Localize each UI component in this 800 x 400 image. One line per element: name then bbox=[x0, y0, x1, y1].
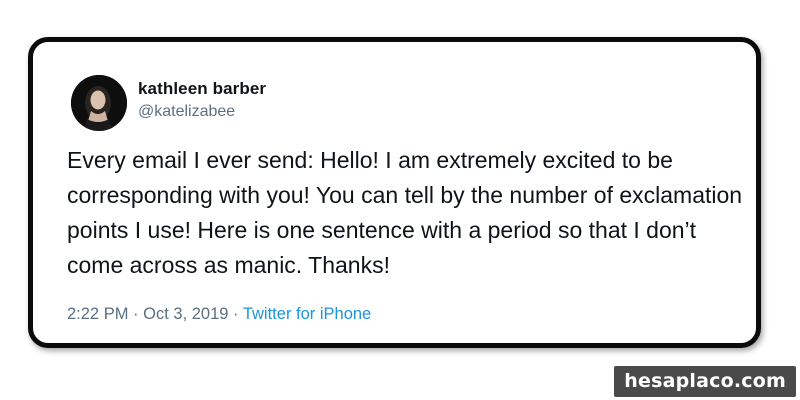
author-name[interactable]: kathleen barber bbox=[138, 79, 266, 99]
meta-separator: · bbox=[133, 305, 139, 323]
author-handle[interactable]: @katelizabee bbox=[138, 103, 235, 121]
avatar[interactable] bbox=[71, 75, 127, 131]
screenshot-canvas: kathleen barber @katelizabee Every email… bbox=[0, 0, 800, 400]
tweet-date[interactable]: Oct 3, 2019 bbox=[143, 305, 228, 323]
tweet-time[interactable]: 2:22 PM bbox=[67, 305, 128, 323]
watermark: hesaplaco.com bbox=[614, 366, 796, 397]
tweet-source-link[interactable]: Twitter for iPhone bbox=[243, 305, 371, 323]
profile-photo-icon bbox=[71, 75, 127, 131]
meta-separator: · bbox=[233, 305, 239, 323]
tweet-meta: 2:22 PM · Oct 3, 2019 · Twitter for iPho… bbox=[67, 305, 371, 324]
tweet-text: Every email I ever send: Hello! I am ext… bbox=[67, 147, 743, 278]
tweet-card: kathleen barber @katelizabee Every email… bbox=[28, 37, 761, 348]
